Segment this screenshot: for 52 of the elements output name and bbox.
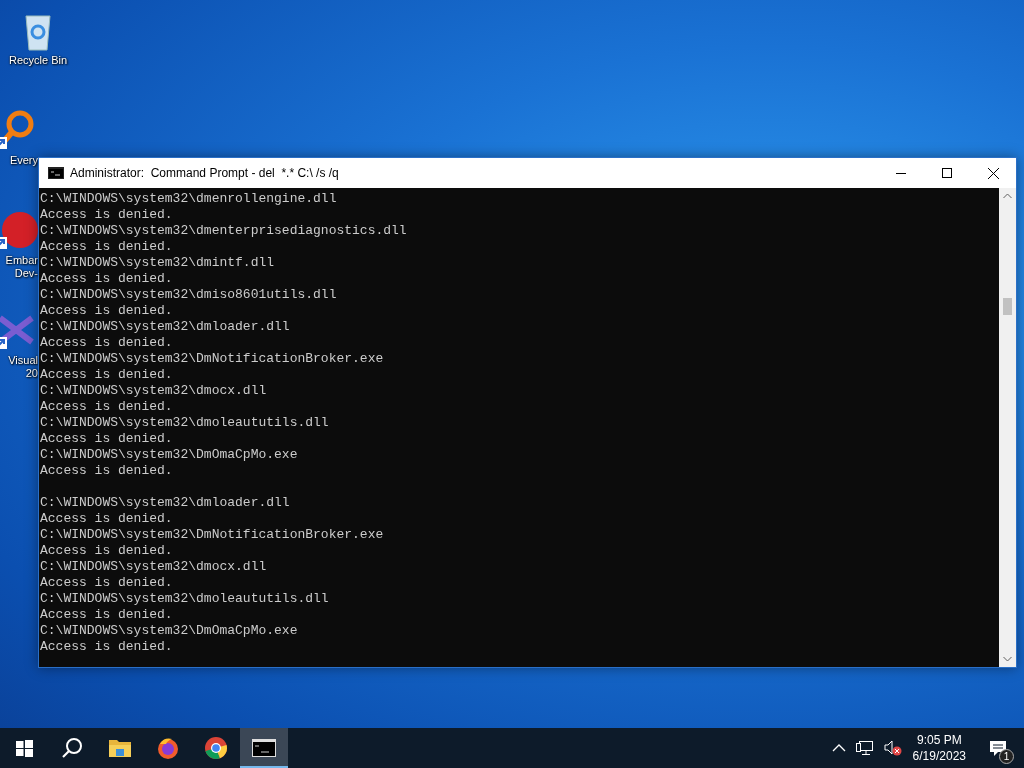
scroll-thumb[interactable] [1003,298,1012,315]
close-icon [987,167,999,179]
console-line: C:\WINDOWS\system32\DmNotificationBroker.exe [40,351,384,367]
browser-icon [204,736,228,760]
icon-label: Every [9,154,38,167]
console-line: C:\WINDOWS\system32\DmNotificationBroker.exe [40,527,384,543]
console-line: Access is denied. [40,607,173,623]
console-line: C:\WINDOWS\system32\dmloader.dll [40,495,290,511]
console-line: Access is denied. [40,303,173,319]
console-line: Access is denied. [40,639,173,655]
network-icon[interactable] [855,740,874,756]
console-line: Access is denied. [40,575,173,591]
console-icon [252,739,276,757]
console-line: C:\WINDOWS\system32\dmoleaututils.dll [40,591,329,607]
clock-time: 9:05 PM [916,732,962,748]
console-line: Access is denied. [40,431,173,447]
console-line: Access is denied. [40,463,173,479]
search-icon [61,737,83,759]
console-line: Access is denied. [40,239,173,255]
scrollbar[interactable] [999,188,1016,667]
console-taskbar-button[interactable] [240,728,288,768]
console-line: C:\WINDOWS\system32\dmocx.dll [40,383,267,399]
console-line: Access is denied. [40,399,173,415]
console-line: C:\WINDOWS\system32\dmenrollengine.dll [40,191,337,207]
console-line: C:\WINDOWS\system32\DmOmaCpMo.exe [40,447,298,463]
icon-label: Recycle Bin [8,54,68,67]
console-line: Access is denied. [40,207,173,223]
console-icon [48,167,64,179]
console-line: Access is denied. [40,543,173,559]
console-line: Access is denied. [40,335,173,351]
console-line: C:\WINDOWS\system32\DmOmaCpMo.exe [40,623,298,639]
maximize-icon [942,168,952,178]
console-line: C:\WINDOWS\system32\dmocx.dll [40,559,267,575]
icon-label: Embar Dev- [5,254,38,280]
console-line: C:\WINDOWS\system32\dmiso8601utils.dll [40,287,337,303]
windows-logo-icon [15,739,33,757]
console-line: Access is denied. [40,511,173,527]
window-title: Administrator: Command Prompt - del *.* C:\ /s /q [70,166,339,180]
volume-icon[interactable] [883,740,902,756]
icon-label: Visual 20 [8,354,38,380]
folder-icon [108,738,132,758]
console-line: Access is denied. [40,271,173,287]
notification-badge: 1 [999,749,1014,764]
fox-icon [156,736,180,760]
console-line: C:\WINDOWS\system32\dmoleaututils.dll [40,415,329,431]
caret-icon[interactable] [831,744,846,752]
console-line: C:\WINDOWS\system32\dmintf.dll [40,255,275,271]
console-line: C:\WINDOWS\system32\dmenterprisediagnostics.dll [40,223,407,239]
clock-date: 6/19/2023 [912,748,966,764]
console-line: C:\WINDOWS\system32\dmloader.dll [40,319,290,335]
console-line: Access is denied. [40,367,173,383]
clock[interactable]: 9:05 PM 6/19/2023 [906,732,976,764]
